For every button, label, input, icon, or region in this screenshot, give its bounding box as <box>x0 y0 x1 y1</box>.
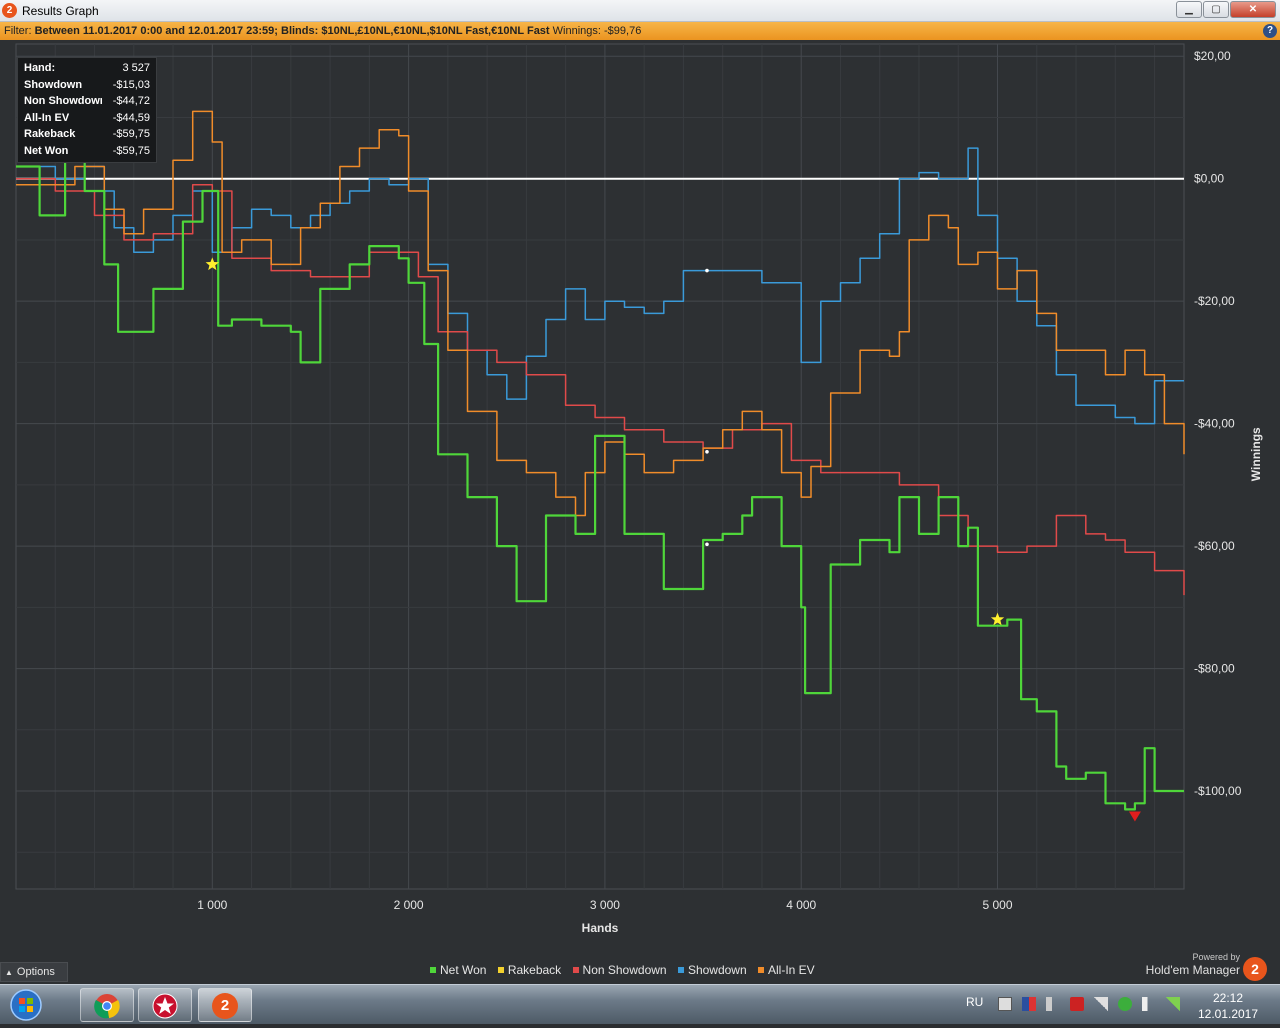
series-line-showdown <box>16 147 1184 425</box>
clock-date[interactable]: 12.01.2017 <box>1195 1007 1261 1021</box>
tooltip-value: 3 527 <box>122 62 150 74</box>
options-label: Options <box>16 966 55 978</box>
chart-legend: Net Won Rakeback Non Showdown Showdown A… <box>430 963 823 979</box>
legend-label: Non Showdown <box>582 963 667 977</box>
close-button[interactable]: ✕ <box>1230 1 1276 18</box>
y-tick-label: -$40,00 <box>1194 417 1235 431</box>
filter-prefix: Filter: <box>4 25 35 37</box>
x-tick-label: 4 000 <box>786 898 816 912</box>
legend-swatch <box>430 967 436 973</box>
low-point-marker-icon <box>1128 811 1141 822</box>
y-tick-label: -$80,00 <box>1194 662 1235 676</box>
maximize-button[interactable]: ▢ <box>1203 1 1229 18</box>
wifi-icon[interactable] <box>1166 997 1180 1011</box>
legend-item-all-in-ev[interactable]: All-In EV <box>758 963 815 977</box>
results-graph-area[interactable]: 1 000 2 000 3 000 4 000 5 000 $20,00 $0,00 -$20… <box>0 40 1280 984</box>
legend-item-net-won[interactable]: Net Won <box>430 963 486 977</box>
holdem-manager-logo-icon: 2 <box>1243 957 1267 981</box>
x-tick-label: 1 000 <box>197 898 227 912</box>
windows-start-icon[interactable] <box>6 988 46 1022</box>
filter-winnings-label: Winnings: <box>549 25 605 37</box>
tooltip-row: Non Showdown -$44,72 <box>22 93 152 110</box>
tooltip-value: -$44,59 <box>112 111 150 124</box>
pokerstars-icon <box>152 993 178 1019</box>
tooltip-value: -$59,75 <box>112 144 150 157</box>
x-tick-label: 5 000 <box>982 898 1012 912</box>
series-line-non-showdown <box>16 177 1185 596</box>
taskbar-pokerstars[interactable] <box>138 988 192 1022</box>
signal-icon[interactable] <box>1094 997 1108 1011</box>
tooltip-row: Hand: 3 527 <box>22 60 152 77</box>
y-tick-label: -$20,00 <box>1194 294 1235 308</box>
results-chart[interactable]: 1 000 2 000 3 000 4 000 5 000 $20,00 $0,00 -$20… <box>0 40 1280 984</box>
filter-bar[interactable]: Filter: Between 11.01.2017 0:00 and 12.0… <box>0 22 1280 40</box>
tooltip-value: -$44,72 <box>112 95 150 107</box>
y-tick-label: -$100,00 <box>1194 784 1242 798</box>
security-check-icon[interactable] <box>1118 997 1132 1011</box>
filter-winnings-value: -$99,76 <box>604 25 642 37</box>
legend-label: Showdown <box>687 963 747 977</box>
legend-label: Net Won <box>440 963 487 977</box>
x-tick-label: 3 000 <box>590 898 620 912</box>
tooltip-label: Net Won <box>24 144 69 157</box>
hover-dot <box>705 450 709 454</box>
x-axis-label: Hands <box>582 921 619 935</box>
tooltip-row: Net Won -$59,75 <box>22 143 152 160</box>
filter-text: Between 11.01.2017 0:00 and 12.01.2017 2… <box>34 25 550 37</box>
tooltip-value: -$59,75 <box>112 128 150 140</box>
legend-label: Rakeback <box>507 963 562 977</box>
tooltip-label: Rakeback <box>24 128 76 140</box>
chevron-up-icon: ▲ <box>5 968 13 977</box>
tooltip-value: -$15,03 <box>112 78 150 91</box>
minimize-button[interactable]: ▁ <box>1176 1 1202 18</box>
network-tray-icon[interactable] <box>1046 997 1060 1011</box>
plot-frame <box>15 43 1185 890</box>
series-line-all-in-ev <box>16 110 1185 517</box>
taskbar-chrome[interactable] <box>80 988 134 1022</box>
legend-swatch <box>677 967 684 973</box>
tooltip-label: Hand: <box>24 62 56 74</box>
window-title: Results Graph <box>22 4 99 18</box>
chrome-icon <box>94 994 120 1019</box>
tooltip-row: All-In EV -$44,59 <box>22 110 152 127</box>
speaker-icon[interactable] <box>1142 997 1156 1011</box>
holdem-manager-task-icon: 2 <box>212 993 238 1019</box>
tooltip-label: All-In EV <box>24 111 70 124</box>
language-indicator[interactable]: RU <box>966 995 983 1009</box>
hover-dot <box>705 542 709 547</box>
y-axis-label: Winnings <box>1249 427 1263 481</box>
y-tick-label: -$60,00 <box>1194 539 1235 553</box>
legend-label: All-In EV <box>768 963 815 977</box>
keyboard-icon[interactable] <box>998 997 1012 1011</box>
hover-dot <box>705 268 709 273</box>
tooltip-row: Showdown -$15,03 <box>22 77 152 94</box>
tooltip-label: Non Showdown <box>24 95 102 107</box>
legend-swatch <box>572 967 579 973</box>
help-icon[interactable]: ? <box>1263 24 1277 38</box>
hand-tooltip: Hand: 3 527 Showdown -$15,03 Non Showdown -… <box>17 57 157 163</box>
legend-item-non-showdown[interactable]: Non Showdown <box>572 963 667 977</box>
clock-time[interactable]: 22:12 <box>1200 991 1256 1005</box>
window-titlebar[interactable]: 2 Results Graph ▁ ▢ ✕ <box>0 0 1280 22</box>
y-tick-label: $20,00 <box>1194 49 1231 63</box>
taskbar-holdem-manager[interactable]: 2 <box>198 988 252 1022</box>
y-tick-label: $0,00 <box>1194 172 1224 186</box>
shield-icon[interactable] <box>1070 997 1084 1011</box>
windows-taskbar: 2 RU 22:12 12.01.2017 <box>0 984 1280 1024</box>
flag-icon[interactable] <box>1022 997 1036 1011</box>
legend-swatch <box>497 967 504 973</box>
powered-by-text: Powered by <box>1192 952 1240 962</box>
x-tick-label: 2 000 <box>394 898 424 912</box>
app-logo-icon: 2 <box>2 3 17 18</box>
legend-item-showdown[interactable]: Showdown <box>677 963 747 977</box>
tooltip-label: Showdown <box>24 78 83 91</box>
tooltip-row: Rakeback -$59,75 <box>22 126 152 143</box>
legend-swatch <box>758 967 764 973</box>
options-button[interactable]: ▲ Options <box>0 962 68 982</box>
legend-item-rakeback[interactable]: Rakeback <box>497 963 562 977</box>
brand-name: Hold'em Manager <box>1145 963 1240 977</box>
